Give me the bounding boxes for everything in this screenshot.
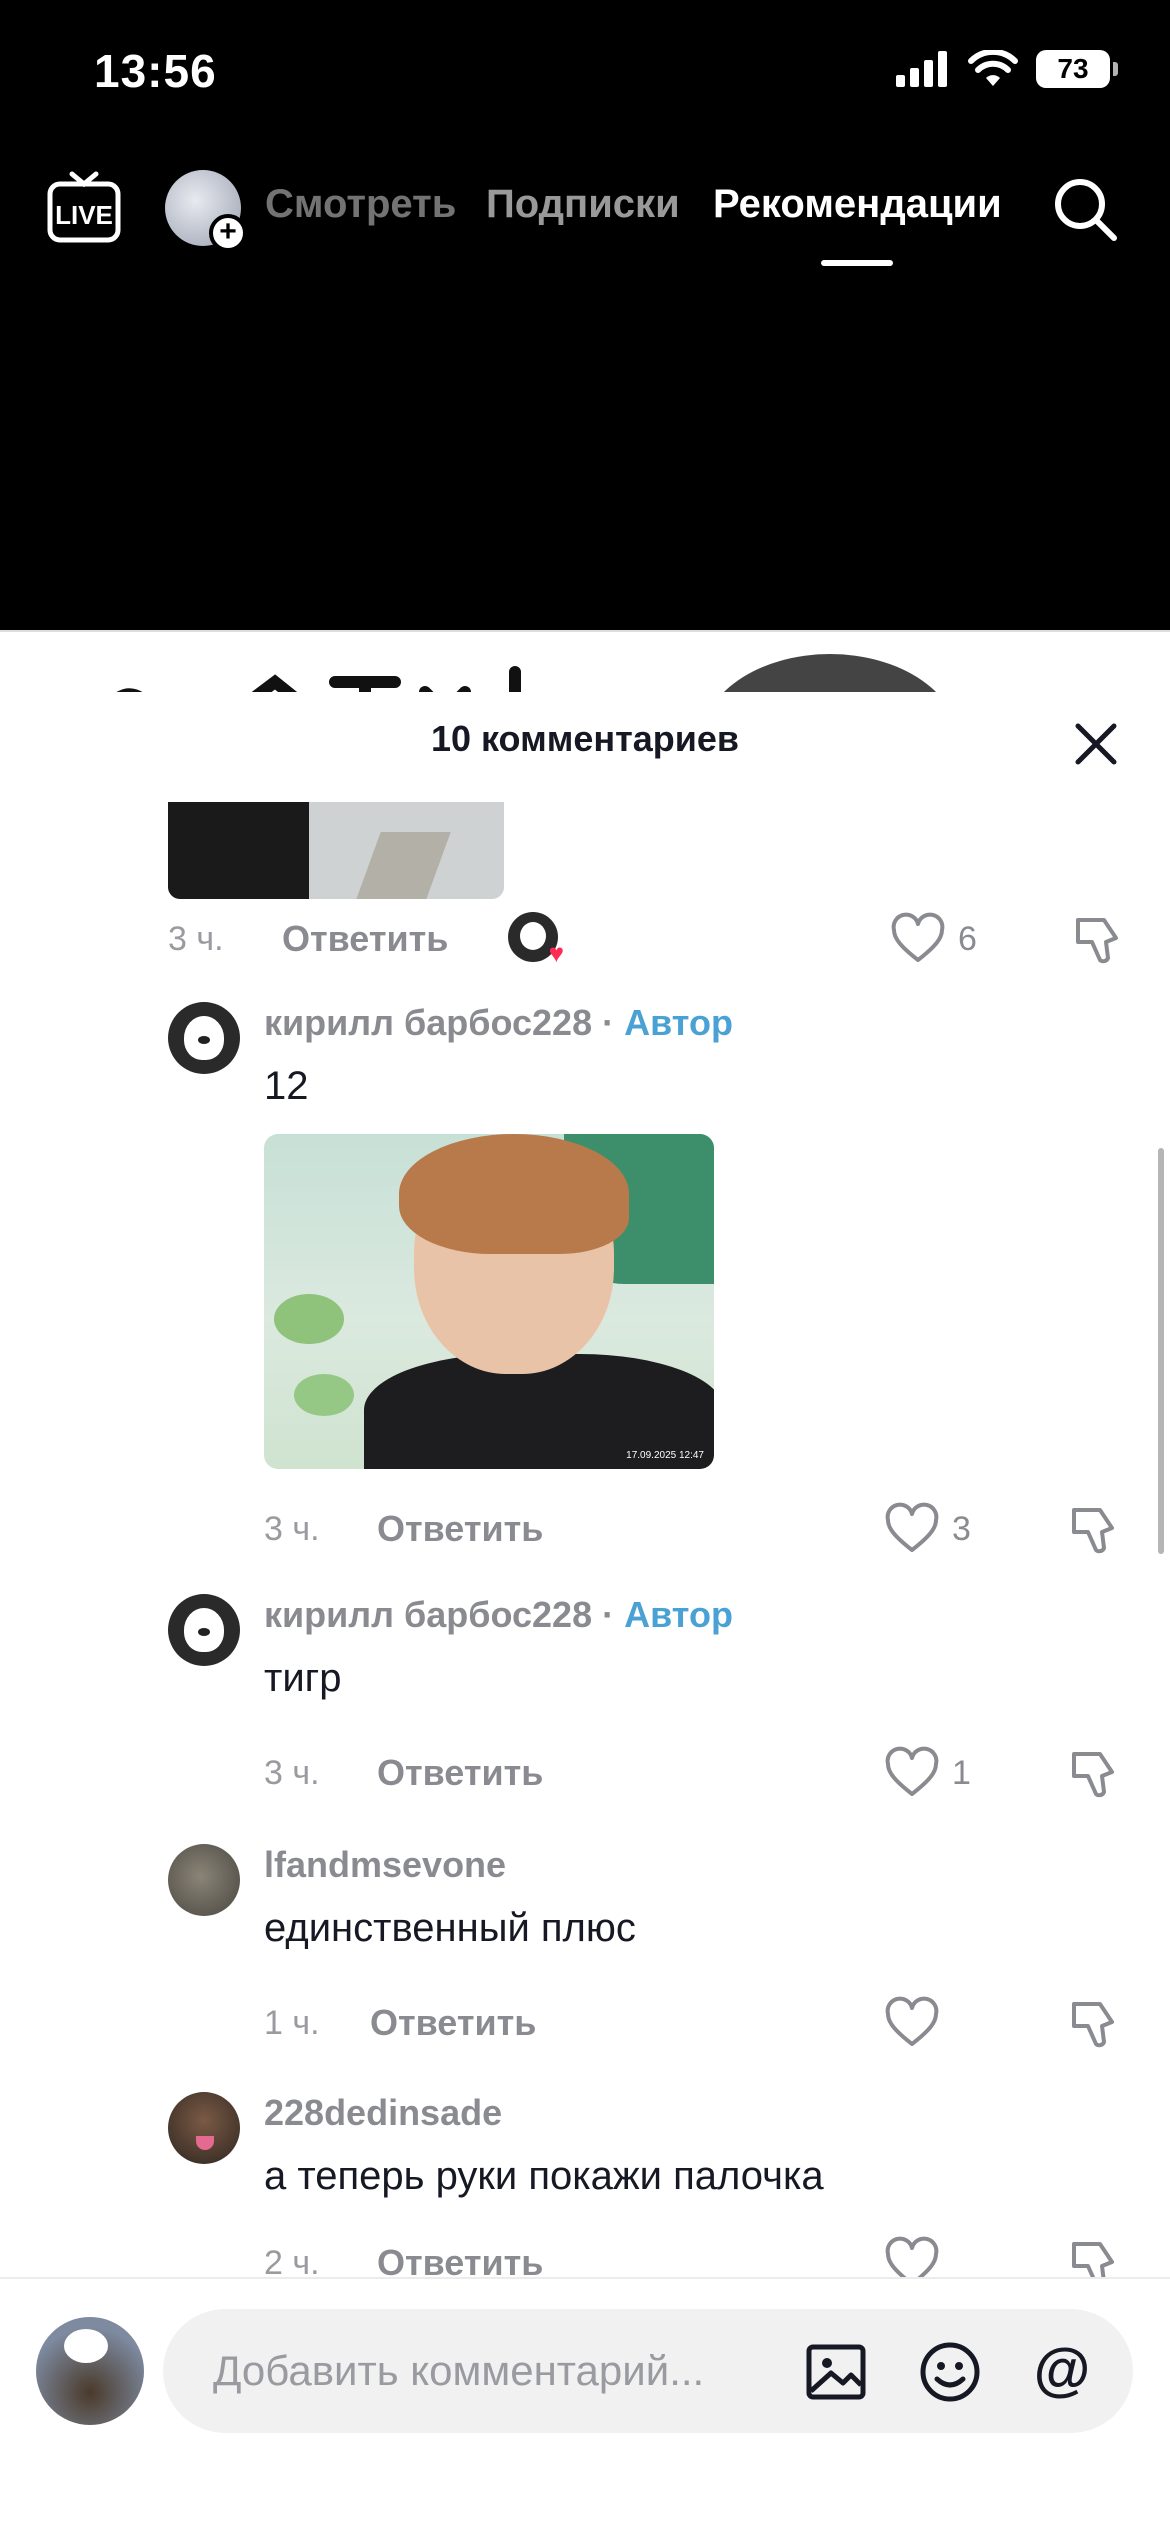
- top-nav: LIVE + Смотреть Подписки Рекомендации: [0, 160, 1170, 280]
- comment-input-pill: @: [163, 2309, 1133, 2433]
- heart-icon[interactable]: [890, 912, 946, 968]
- avatar[interactable]: [168, 2092, 240, 2164]
- photo-hair: [399, 1134, 629, 1254]
- dislike-icon[interactable]: [1066, 1996, 1122, 2052]
- svg-text:@: @: [1034, 2339, 1091, 2402]
- emoji-icon[interactable]: [917, 2339, 983, 2405]
- comment-item: кирилл барбос228 · Автор тигр 3 ч. Ответ…: [0, 1594, 1170, 1824]
- close-icon[interactable]: [1074, 722, 1118, 766]
- battery-indicator: 73: [1036, 50, 1118, 88]
- comment-text: 12: [264, 1064, 309, 1108]
- comment-item: кирилл барбос228 · Автор 12 17.09.2025 1…: [0, 1002, 1170, 1562]
- reply-button[interactable]: Ответить: [377, 1752, 543, 1794]
- cellular-signal-icon: [896, 51, 947, 87]
- status-icons: 73: [896, 50, 1118, 88]
- separator-dot: ·: [602, 1594, 615, 1635]
- status-time: 13:56: [94, 45, 217, 97]
- comment-time: 3 ч.: [264, 1754, 320, 1792]
- like-count: 6: [958, 920, 977, 958]
- comment-photo[interactable]: [168, 802, 504, 899]
- avatar[interactable]: [168, 1002, 240, 1074]
- mention-icon[interactable]: @: [1029, 2339, 1095, 2405]
- dislike-icon[interactable]: [1070, 912, 1126, 968]
- heart-badge-icon: ♥: [548, 938, 564, 968]
- creator-liked-avatar: ♥: [508, 912, 564, 966]
- image-icon[interactable]: [803, 2339, 869, 2405]
- comment-author-line: кирилл барбос228 · Автор: [264, 1002, 733, 1044]
- heart-icon[interactable]: [884, 1996, 940, 2052]
- comment-time: 2 ч.: [264, 2244, 320, 2277]
- comments-list[interactable]: 3 ч. Ответить ♥ 6 кирилл барбос228 · Авт…: [0, 802, 1170, 2277]
- comments-scrollbar[interactable]: [1158, 1148, 1164, 1554]
- tab-watch[interactable]: Смотреть: [265, 182, 456, 227]
- live-tv-icon[interactable]: LIVE: [46, 170, 122, 246]
- active-tab-indicator: [821, 260, 893, 266]
- comment-item: 3 ч. Ответить ♥ 6: [0, 802, 1170, 992]
- comment-text: единственный плюс: [264, 1906, 636, 1950]
- comment-time: 3 ч.: [168, 920, 224, 958]
- plus-icon: +: [209, 214, 247, 252]
- reply-button[interactable]: Ответить: [370, 2002, 536, 2044]
- comment-username[interactable]: 228dedinsade: [264, 2092, 502, 2134]
- my-avatar[interactable]: [36, 2317, 144, 2425]
- separator-dot: ·: [602, 1002, 615, 1043]
- like-count: 3: [952, 1510, 971, 1548]
- live-label: LIVE: [55, 200, 113, 230]
- comment-composer: @: [0, 2277, 1170, 2532]
- comment-item: lfandmsevone единственный плюс 1 ч. Отве…: [0, 1844, 1170, 2074]
- comment-username[interactable]: кирилл барбос228: [264, 1002, 592, 1043]
- dislike-icon[interactable]: [1066, 1746, 1122, 1802]
- friends-avatar-button[interactable]: +: [165, 170, 247, 252]
- reply-button[interactable]: Ответить: [377, 2242, 543, 2277]
- comment-time: 3 ч.: [264, 1510, 320, 1548]
- photo-timestamp: 17.09.2025 12:47: [626, 1450, 704, 1461]
- comments-header: 10 комментариев: [0, 692, 1170, 802]
- comment-text: тигр: [264, 1656, 342, 1700]
- comment-input[interactable]: [213, 2309, 773, 2433]
- tab-recommendations[interactable]: Рекомендации: [713, 182, 1002, 227]
- dislike-icon[interactable]: [1066, 1502, 1122, 1558]
- comment-photo[interactable]: 17.09.2025 12:47: [264, 1134, 714, 1469]
- reply-button[interactable]: Ответить: [282, 918, 448, 960]
- heart-icon[interactable]: [884, 2236, 940, 2277]
- comments-sheet: 10 комментариев 3 ч. Ответить ♥ 6 кирилл…: [0, 692, 1170, 2532]
- reply-button[interactable]: Ответить: [377, 1508, 543, 1550]
- author-badge: Автор: [624, 1002, 733, 1043]
- comments-count-title: 10 комментариев: [430, 718, 740, 759]
- photo-leaf: [294, 1374, 354, 1416]
- author-badge: Автор: [624, 1594, 733, 1635]
- search-icon[interactable]: [1050, 174, 1120, 244]
- comment-text: а теперь руки покажи палочка: [264, 2154, 824, 2198]
- photo-leaf: [274, 1294, 344, 1344]
- avatar[interactable]: [168, 1594, 240, 1666]
- dislike-icon[interactable]: [1066, 2236, 1122, 2277]
- comment-username[interactable]: lfandmsevone: [264, 1844, 506, 1886]
- status-bar: 13:56 73: [0, 0, 1170, 150]
- comment-item: 228dedinsade а теперь руки покажи палочк…: [0, 2092, 1170, 2277]
- heart-icon[interactable]: [884, 1502, 940, 1558]
- tab-subscriptions[interactable]: Подписки: [486, 182, 680, 227]
- like-count: 1: [952, 1754, 971, 1792]
- comment-username[interactable]: кирилл барбос228: [264, 1594, 592, 1635]
- heart-icon[interactable]: [884, 1746, 940, 1802]
- comment-time: 1 ч.: [264, 2004, 320, 2042]
- wifi-icon: [968, 50, 1018, 86]
- avatar[interactable]: [168, 1844, 240, 1916]
- comment-author-line: кирилл барбос228 · Автор: [264, 1594, 733, 1636]
